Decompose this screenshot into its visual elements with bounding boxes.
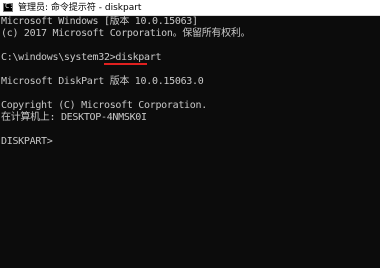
command-highlight-underline [104,63,147,65]
console-line-version: Microsoft Windows [版本 10.0.15063] [1,16,198,27]
console-prompt[interactable]: DISKPART> [1,136,53,148]
window-title: 管理员: 命令提示符 - diskpart [18,3,142,13]
cmd-icon-glyph: C:\ [5,2,18,10]
title-bar[interactable]: C:\ 管理员: 命令提示符 - diskpart [0,0,380,16]
command-prompt-window: C:\ 管理员: 命令提示符 - diskpart Microsoft Wind… [0,0,380,268]
cmd-icon: C:\ [3,2,18,12]
console-line-diskpart-version: Microsoft DiskPart 版本 10.0.15063.0 [1,76,204,87]
console-line-diskpart-copyright: Copyright (C) Microsoft Corporation. [1,100,207,111]
console-line-copyright: (c) 2017 Microsoft Corporation。保留所有权利。 [1,28,251,39]
console-output[interactable]: Microsoft Windows [版本 10.0.15063] (c) 20… [0,16,380,268]
console-line-computer: 在计算机上: DESKTOP-4NMSK0I [1,112,147,123]
